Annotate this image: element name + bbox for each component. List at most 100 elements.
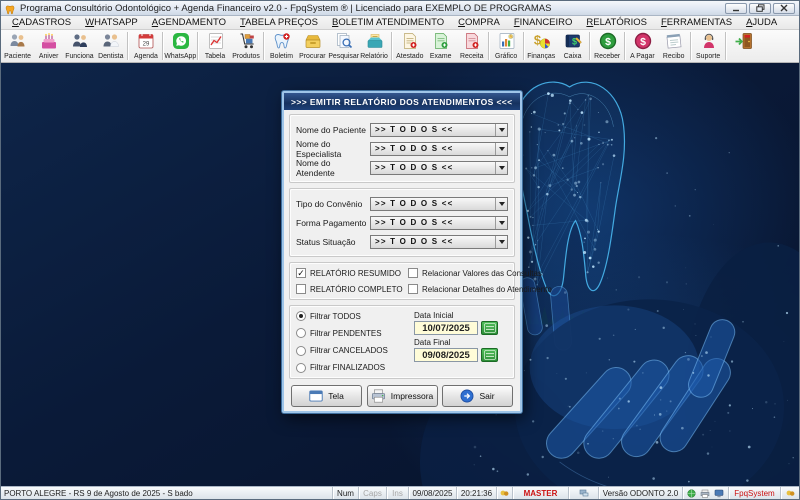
- menu-whatsapp[interactable]: WHATSAPP: [78, 17, 145, 28]
- birthday-cake-icon: [39, 31, 59, 51]
- menu-relatorios[interactable]: RELATÓRIOS: [579, 17, 654, 28]
- menu-ferramentas[interactable]: FERRAMENTAS: [654, 17, 739, 28]
- combo-status-situacao[interactable]: >> T O D O S <<: [370, 235, 508, 249]
- workspace: >>> EMITIR RELATÓRIO DOS ATENDIMENTOS <<…: [1, 63, 799, 486]
- toolbar-aniver[interactable]: Aniver: [33, 30, 64, 62]
- receivable-icon: $: [598, 31, 618, 51]
- data-inicial-field[interactable]: 10/07/2025: [414, 321, 478, 335]
- toolbar-boletim[interactable]: Boletim: [266, 30, 297, 62]
- toolbar-funciona[interactable]: Funciona: [64, 30, 95, 62]
- application-window: Programa Consultório Odontológico + Agen…: [0, 0, 800, 500]
- menu-financeiro[interactable]: FINANCEIRO: [507, 17, 580, 28]
- search-drawer-icon: [303, 31, 323, 51]
- combo-tipo-do-convenio[interactable]: >> T O D O S <<: [370, 197, 508, 211]
- exit-arrow-icon: [460, 389, 474, 403]
- field-label: Forma Pagamento: [296, 218, 370, 228]
- toolbar-pesquisar[interactable]: Pesquisar: [328, 30, 359, 62]
- status-location: PORTO ALEGRE - RS 9 de Agosto de 2025 - …: [1, 487, 333, 499]
- impressora-button[interactable]: Impressora: [367, 385, 438, 407]
- support-icon: [699, 31, 719, 51]
- toolbar-exit[interactable]: [728, 30, 759, 62]
- checkbox-relatorio-completo[interactable]: RELATÓRIO COMPLETO: [296, 284, 408, 294]
- monitor-icon: [714, 489, 724, 498]
- chevron-down-icon: [495, 124, 507, 136]
- tela-button[interactable]: Tela: [291, 385, 362, 407]
- toolbar-exame[interactable]: Exame: [425, 30, 456, 62]
- toolbar-whatsapp[interactable]: WhatsApp: [165, 30, 196, 62]
- toolbar-procurar[interactable]: Procurar: [297, 30, 328, 62]
- radio-filtrar-cancelados[interactable]: Filtrar CANCELADOS: [296, 346, 414, 356]
- toolbar-separator: [589, 32, 591, 60]
- status-bar: PORTO ALEGRE - RS 9 de Agosto de 2025 - …: [1, 486, 799, 499]
- calendar-picker-button[interactable]: [481, 348, 498, 362]
- radio-icon: [296, 328, 306, 338]
- menu-boletim-atendimento[interactable]: BOLETIM ATENDIMENTO: [325, 17, 451, 28]
- toolbar-agenda[interactable]: 29 Agenda: [130, 30, 161, 62]
- names-group: Nome do Paciente >> T O D O S << Nome do…: [289, 114, 515, 183]
- toolbar-receber[interactable]: $ Receber: [592, 30, 623, 62]
- window-title: Programa Consultório Odontológico + Agen…: [20, 3, 721, 14]
- checkbox-icon: [296, 284, 306, 294]
- menu-compra[interactable]: COMPRA: [451, 17, 507, 28]
- menu-tabela-precos[interactable]: TABELA PREÇOS: [233, 17, 325, 28]
- checkbox-relacionar-detalhes[interactable]: Relacionar Detalhes do Atendimento: [408, 284, 552, 294]
- radio-icon: [296, 346, 306, 356]
- toolbar-separator: [725, 32, 727, 60]
- toolbar-atestado[interactable]: Atestado: [394, 30, 425, 62]
- checkbox-checked-icon: ✓: [296, 268, 306, 278]
- minimize-button[interactable]: [725, 3, 747, 14]
- radio-filtrar-pendentes[interactable]: Filtrar PENDENTES: [296, 328, 414, 338]
- sair-button[interactable]: Sair: [442, 385, 513, 407]
- radio-filtrar-finalizados[interactable]: Filtrar FINALIZADOS: [296, 363, 414, 373]
- menu-ajuda[interactable]: AJUDA: [739, 17, 784, 28]
- report-dialog: >>> EMITIR RELATÓRIO DOS ATENDIMENTOS <<…: [282, 91, 522, 413]
- receipt-icon: [664, 31, 684, 51]
- app-icon: [5, 3, 16, 14]
- toolbar-dentista[interactable]: Dentista: [95, 30, 126, 62]
- field-label: Nome do Atendente: [296, 158, 370, 178]
- toolbar-relatorio[interactable]: Relatório: [359, 30, 390, 62]
- toolbar: Paciente Aniver Funciona Dentista 29 Age…: [1, 30, 799, 63]
- close-button[interactable]: [773, 3, 795, 14]
- field-label: Tipo do Convênio: [296, 199, 370, 209]
- svg-text:29: 29: [142, 42, 149, 48]
- chevron-down-icon: [495, 198, 507, 210]
- chart-icon: [497, 31, 517, 51]
- calendar-picker-button[interactable]: [481, 321, 498, 335]
- status-tools: [683, 487, 729, 499]
- toolbar-paciente[interactable]: Paciente: [2, 30, 33, 62]
- certificate-icon: [400, 31, 420, 51]
- status-time: 20:21:36: [457, 487, 497, 499]
- status-fpq: [781, 487, 799, 499]
- window-controls: [725, 3, 795, 14]
- checkbox-relatorio-resumido[interactable]: ✓ RELATÓRIO RESUMIDO: [296, 268, 408, 278]
- toolbar-grafico[interactable]: Gráfico: [491, 30, 522, 62]
- toolbar-receita[interactable]: Receita: [456, 30, 487, 62]
- radio-filtrar-todos[interactable]: Filtrar TODOS: [296, 311, 414, 321]
- menu-agendamento[interactable]: AGENDAMENTO: [145, 17, 233, 28]
- restore-button[interactable]: [749, 3, 771, 14]
- globe-icon: [687, 489, 696, 498]
- toolbar-produtos[interactable]: Produtos: [231, 30, 262, 62]
- data-final-field[interactable]: 09/08/2025: [414, 348, 478, 362]
- chevron-down-icon: [495, 217, 507, 229]
- menu-cadastros[interactable]: CADASTROS: [5, 17, 78, 28]
- combo-nome-do-especialista[interactable]: >> T O D O S <<: [370, 142, 508, 156]
- combo-forma-pagamento[interactable]: >> T O D O S <<: [370, 216, 508, 230]
- toolbar-suporte[interactable]: Suporte: [693, 30, 724, 62]
- toolbar-financas[interactable]: $ Finanças: [526, 30, 557, 62]
- combo-nome-do-atendente[interactable]: >> T O D O S <<: [370, 161, 508, 175]
- dialog-titlebar[interactable]: >>> EMITIR RELATÓRIO DOS ATENDIMENTOS <<…: [284, 93, 520, 110]
- status-date: 09/08/2025: [409, 487, 457, 499]
- checkbox-relacionar-valores[interactable]: Relacionar Valores das Consultas: [408, 268, 552, 278]
- toolbar-tabela[interactable]: Tabela: [200, 30, 231, 62]
- toolbar-recibo[interactable]: Recibo: [658, 30, 689, 62]
- price-table-icon: [206, 31, 226, 51]
- dialog-buttons: Tela Impressora Sair: [289, 384, 515, 408]
- toolbar-caixa[interactable]: $ Caixa: [557, 30, 588, 62]
- combo-nome-do-paciente[interactable]: >> T O D O S <<: [370, 123, 508, 137]
- exit-door-icon: [734, 31, 754, 51]
- menu-bar: CADASTROS WHATSAPP AGENDAMENTO TABELA PR…: [1, 16, 799, 30]
- toolbar-a-pagar[interactable]: $ A Pagar: [627, 30, 658, 62]
- checkbox-icon: [408, 268, 418, 278]
